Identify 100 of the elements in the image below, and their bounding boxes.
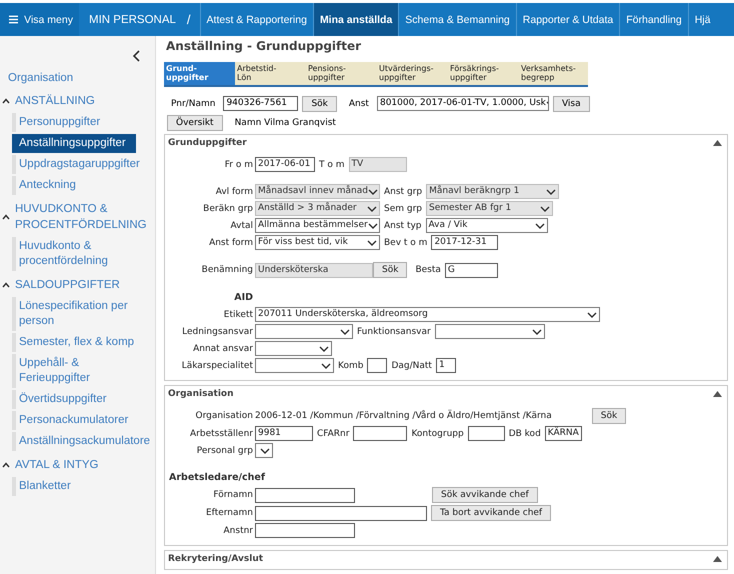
field-label: Bev t o m <box>384 238 428 248</box>
field-label: Förnamn <box>213 490 253 500</box>
chevron-down-icon <box>340 328 350 334</box>
sidebar-group-header[interactable]: HUVUDKONTO & PROCENTFÖRDELNING <box>0 197 155 237</box>
caret-up-icon <box>2 282 10 288</box>
field-label: Etikett <box>224 310 253 320</box>
field-label: Sem grp <box>384 204 422 214</box>
chevron-down-icon <box>546 188 556 194</box>
chevron-down-icon <box>260 448 270 454</box>
button[interactable]: Sök <box>592 408 626 424</box>
button[interactable]: Sök avvikande chef <box>432 487 538 503</box>
text-field[interactable]: 9981 <box>255 426 313 441</box>
nav-tab[interactable]: Schema & Bemanning <box>398 3 516 36</box>
field-label: Personal grp <box>196 446 253 456</box>
menu-button[interactable]: Visa meny <box>0 3 79 36</box>
text-field[interactable] <box>367 358 388 373</box>
field-label: Avl form <box>216 186 253 196</box>
section-title: Grunduppgifter <box>168 138 247 148</box>
section-title: Organisation <box>168 389 234 399</box>
field-label: Arbetsställenr <box>190 428 253 438</box>
collapse-icon[interactable] <box>713 140 722 146</box>
sidebar-link[interactable]: Organisation <box>0 66 155 89</box>
nav-tab[interactable]: Mina anställda <box>312 3 398 36</box>
organisation-path: 2006-12-01 /Kommun /Förvaltning /Vård o Äldro/Hemtjänst /Kärna <box>255 411 552 421</box>
sidebar-group-header[interactable]: ANSTÄLLNING <box>0 89 155 113</box>
chevron-down-icon <box>319 346 329 352</box>
sidebar-item[interactable]: Personackumulatorer <box>12 411 155 430</box>
group-heading: AID <box>234 292 253 303</box>
text-field[interactable]: 2017-06-01 <box>255 157 315 172</box>
field-label: DB kod <box>508 428 541 438</box>
text-field[interactable]: 940326-7561 <box>223 96 298 111</box>
sidebar-item[interactable]: Anteckning <box>12 176 155 195</box>
sidebar-item[interactable]: Anställningsuppgifter <box>12 134 136 153</box>
text-field[interactable]: KÄRNA <box>544 426 582 441</box>
sidebar-item[interactable]: Uppdragstagaruppgifter <box>12 155 155 174</box>
sidebar-item[interactable]: Anställningsackumulatore <box>12 432 155 451</box>
sidebar-item[interactable]: Lönespecifikation per person <box>12 297 155 331</box>
tab[interactable]: Arbetstid- Lön <box>235 62 306 85</box>
sidebar-group-header[interactable]: AVTAL & INTYG <box>0 453 155 477</box>
dropdown[interactable]: Allmänna bestämmelser <box>255 218 380 233</box>
dropdown[interactable] <box>255 443 273 458</box>
field-label: Läkarspecialitet <box>182 360 253 370</box>
field-label: Anst <box>348 98 369 108</box>
chevron-down-icon <box>540 206 550 212</box>
text-field[interactable]: G <box>444 262 498 278</box>
app-title: MIN PERSONAL <box>88 12 177 28</box>
field-label: Komb <box>338 360 364 370</box>
button[interactable]: Sök <box>373 262 408 278</box>
field-label: CFARnr <box>317 428 350 438</box>
chevron-left-icon <box>132 50 140 62</box>
tab[interactable]: Pensions- uppgifter <box>306 62 377 85</box>
button[interactable]: Ta bort avvikande chef <box>431 505 552 521</box>
breadcrumb-separator: / <box>186 11 192 29</box>
caret-up-icon <box>2 214 10 220</box>
text-field[interactable] <box>468 426 505 441</box>
dropdown[interactable]: 801000, 2017-06-01-TV, 1.0000, Usk <box>376 96 549 111</box>
field-label: Fr o m <box>224 160 253 170</box>
field-label: Avtal <box>230 220 253 230</box>
chevron-down-icon <box>587 312 597 318</box>
sidebar-item[interactable]: Övertidsuppgifter <box>12 390 155 409</box>
sidebar-item[interactable]: Semester, flex & komp <box>12 333 155 352</box>
field-label: Dag/Natt <box>391 360 432 370</box>
sidebar-item[interactable]: Huvudkonto & procentfördelning <box>12 237 155 271</box>
field-label: Anst grp <box>384 186 422 196</box>
field-label: Pnr/Namn <box>171 98 216 108</box>
collapse-icon[interactable] <box>713 556 722 562</box>
sidebar-item[interactable]: Uppehåll- & Ferieuppgifter <box>12 354 155 388</box>
collapse-icon[interactable] <box>713 391 722 397</box>
field-label: Efternamn <box>206 508 253 518</box>
text-field[interactable] <box>255 488 355 502</box>
chevron-down-icon <box>367 240 377 246</box>
button[interactable]: Sök <box>302 96 337 112</box>
field-label: T o m <box>319 160 344 170</box>
button[interactable]: Visa <box>552 96 590 112</box>
tab[interactable]: Utvärderings- uppgifter <box>377 62 448 85</box>
nav-tab[interactable]: Hjä <box>688 3 716 36</box>
text-field[interactable]: 1 <box>436 358 456 373</box>
chevron-down-icon <box>367 206 377 212</box>
nav-tab[interactable]: Rapporter & Utdata <box>516 3 620 36</box>
field-label: Anst form <box>209 238 253 248</box>
sidebar-group-header[interactable]: SALDOUPPGIFTER <box>0 273 155 297</box>
button[interactable]: Översikt <box>167 114 223 130</box>
field-label: Funktionsansvar <box>357 326 431 336</box>
dropdown[interactable]: Ava / Vik <box>426 218 548 233</box>
dropdown[interactable]: För viss best tid, vik <box>255 235 380 250</box>
text-field[interactable]: 2017-12-31 <box>431 235 498 250</box>
dropdown[interactable]: 207011 Undersköterska, äldreomsorg <box>255 307 600 322</box>
field-label: Anstnr <box>224 526 253 536</box>
field-label: Organisation <box>195 411 253 421</box>
field-label: Kontogrupp <box>411 428 464 438</box>
section-title: Rekrytering/Avslut <box>168 554 264 564</box>
tab[interactable]: Försäkrings- uppgifter <box>448 62 519 85</box>
text-field[interactable] <box>353 426 408 441</box>
text-field[interactable] <box>255 506 427 520</box>
sidebar-item[interactable]: Blanketter <box>12 477 155 496</box>
tab[interactable]: Grund- uppgifter <box>164 62 235 85</box>
nav-tab[interactable]: Förhandling <box>619 3 688 36</box>
text-field[interactable] <box>255 523 355 538</box>
tab[interactable]: Verksamhets- begrepp <box>519 62 590 85</box>
field-label: Namn Vilma Granqvist <box>234 118 336 128</box>
